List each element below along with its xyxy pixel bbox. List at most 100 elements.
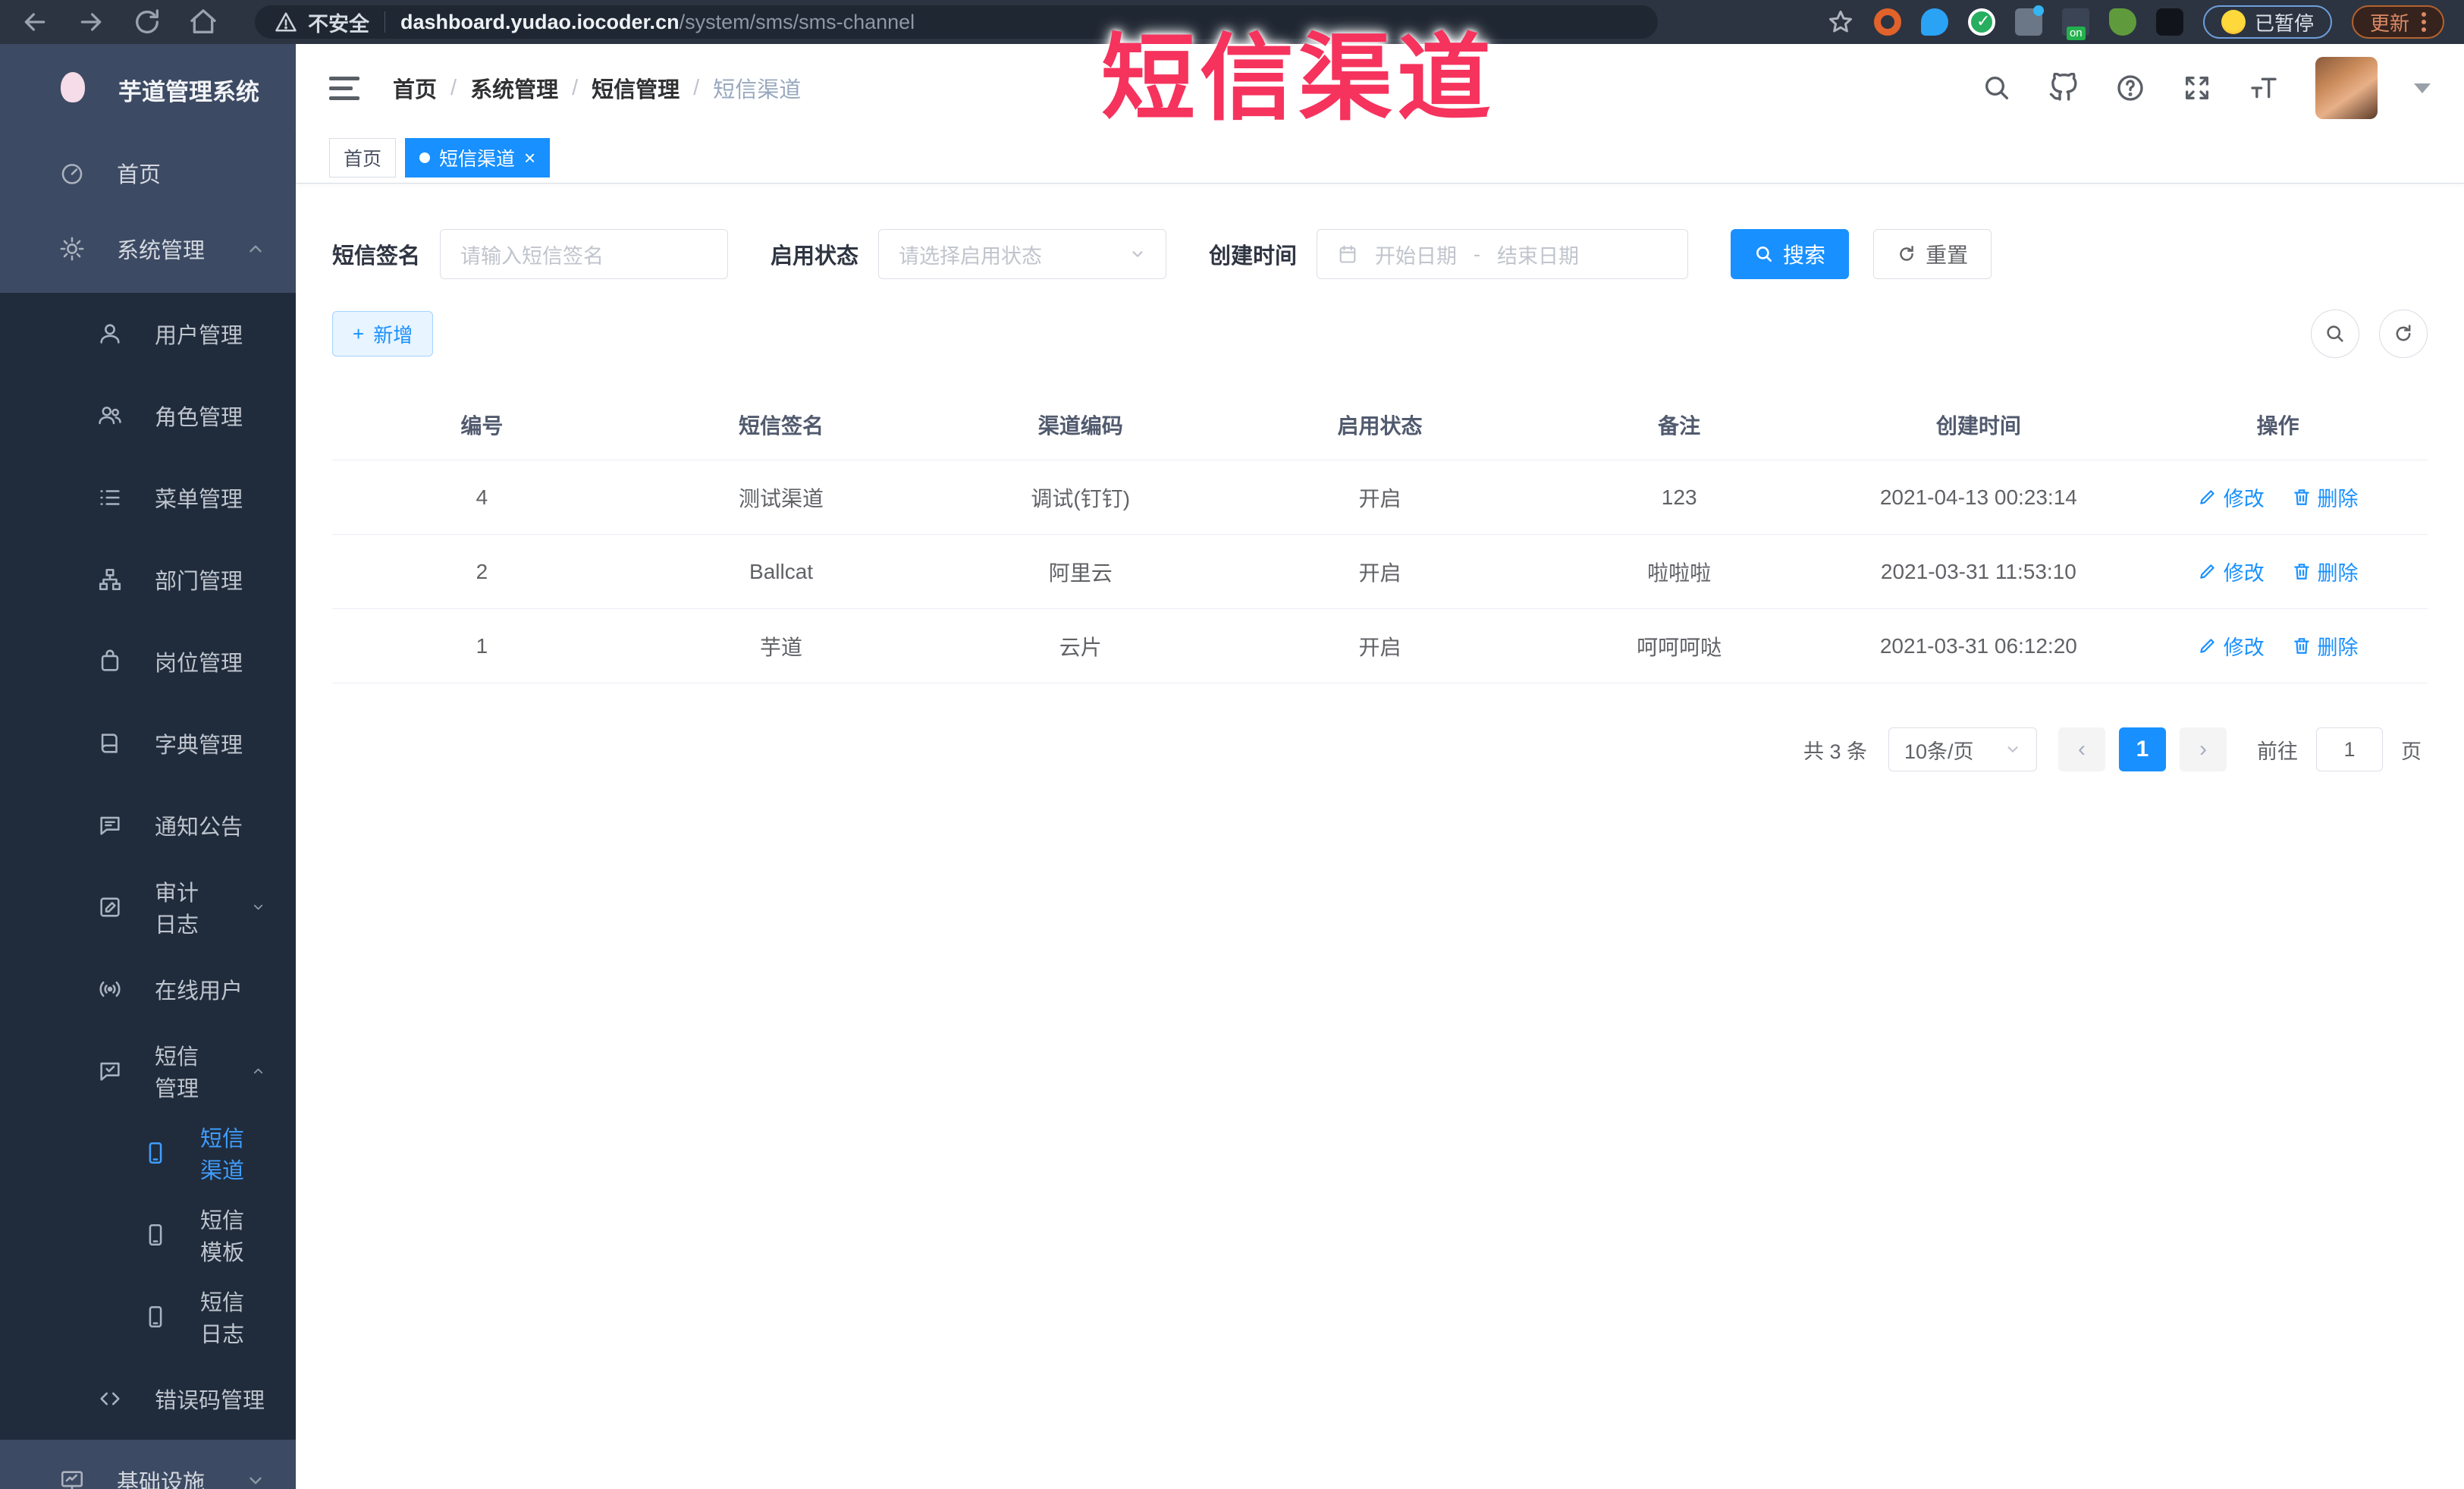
filter-label: 短信签名 xyxy=(332,244,421,269)
tab-label: 短信渠道 xyxy=(439,148,516,170)
breadcrumb: 首页 / 系统管理 / 短信管理 / 短信渠道 xyxy=(393,72,801,104)
delete-link[interactable]: 删除 xyxy=(2292,631,2359,661)
edit-link[interactable]: 修改 xyxy=(2198,482,2265,512)
extension-icon[interactable] xyxy=(2014,5,2044,36)
update-button[interactable]: 更新 xyxy=(2351,5,2444,39)
edit-link[interactable]: 修改 xyxy=(2198,557,2265,586)
sms-sign-input[interactable]: 请输入短信签名 xyxy=(440,229,729,279)
sidebar-toggle-icon[interactable] xyxy=(329,76,359,100)
status-select[interactable]: 请选择启用状态 xyxy=(878,229,1167,279)
refresh-icon xyxy=(2396,325,2411,341)
sidebar-item-label: 短信管理 xyxy=(155,1045,199,1101)
sidebar-item-notices[interactable]: 通知公告 xyxy=(0,784,296,866)
sidebar-item-departments[interactable]: 部门管理 xyxy=(0,539,296,620)
input-placeholder: 请输入短信签名 xyxy=(460,244,604,268)
address-bar[interactable]: 不安全 dashboard.yudao.iocoder.cn/system/sm… xyxy=(255,5,1658,39)
monitor-icon xyxy=(61,1471,83,1489)
sidebar-item-sms-log[interactable]: 短信日志 xyxy=(0,1276,296,1358)
next-page-button[interactable]: › xyxy=(2180,727,2227,771)
home-icon[interactable] xyxy=(188,7,218,37)
sidebar-item-audit-log[interactable]: 审计日志 xyxy=(0,866,296,948)
help-icon[interactable] xyxy=(2115,73,2145,103)
reset-button[interactable]: 重置 xyxy=(1873,229,1992,279)
tab-sms-channel[interactable]: 短信渠道 × xyxy=(405,137,551,177)
browser-toolbar: 不安全 dashboard.yudao.iocoder.cn/system/sm… xyxy=(0,0,2464,44)
cell-id: 4 xyxy=(332,460,632,535)
breadcrumb-item[interactable]: 短信管理 xyxy=(592,72,680,104)
back-icon[interactable] xyxy=(20,7,50,37)
sidebar-item-system[interactable]: 系统管理 xyxy=(0,211,296,287)
column-header: 操作 xyxy=(2128,393,2428,460)
cell-code: 云片 xyxy=(931,608,1231,683)
user-icon xyxy=(100,324,120,344)
sidebar-item-infrastructure[interactable]: 基础设施 xyxy=(0,1440,296,1489)
sidebar-item-label: 短信渠道 xyxy=(200,1127,245,1183)
caret-down-icon[interactable] xyxy=(2414,83,2431,93)
extension-icon[interactable] xyxy=(2108,8,2136,36)
sidebar-item-posts[interactable]: 岗位管理 xyxy=(0,620,296,702)
prev-page-button[interactable]: ‹ xyxy=(2058,727,2105,771)
column-header: 启用状态 xyxy=(1230,393,1530,460)
chevron-down-icon xyxy=(1132,251,1143,257)
delete-link[interactable]: 删除 xyxy=(2292,482,2359,512)
search-icon[interactable] xyxy=(1982,73,2012,103)
paused-badge[interactable]: 已暂停 xyxy=(2202,5,2332,39)
sidebar-item-menus[interactable]: 菜单管理 xyxy=(0,457,296,539)
extension-icon[interactable] xyxy=(1967,8,1995,36)
sidebar-item-home[interactable]: 首页 xyxy=(0,135,296,211)
user-avatar[interactable] xyxy=(2315,57,2378,119)
phone-icon xyxy=(149,1142,162,1164)
bookmark-star-icon[interactable] xyxy=(1827,8,1854,36)
page-size-select[interactable]: 10条/页 xyxy=(1888,727,2037,771)
breadcrumb-item[interactable]: 首页 xyxy=(393,72,437,104)
extension-icon[interactable] xyxy=(2061,8,2089,40)
sidebar-item-label: 短信日志 xyxy=(200,1291,245,1347)
date-range-picker[interactable]: 开始日期 - 结束日期 xyxy=(1317,229,1689,279)
sidebar-item-label: 错误码管理 xyxy=(155,1389,265,1413)
sidebar-item-roles[interactable]: 角色管理 xyxy=(0,375,296,457)
search-button[interactable]: 搜索 xyxy=(1731,229,1850,279)
reload-icon[interactable] xyxy=(132,7,162,37)
add-button[interactable]: + 新增 xyxy=(332,311,434,357)
sidebar-item-online-users[interactable]: 在线用户 xyxy=(0,948,296,1030)
paused-label: 已暂停 xyxy=(2254,11,2314,35)
security-label[interactable]: 不安全 xyxy=(308,8,369,37)
code-icon xyxy=(100,1392,120,1406)
sidebar-item-sms-management[interactable]: 短信管理 xyxy=(0,1030,296,1112)
sidebar-item-users[interactable]: 用户管理 xyxy=(0,293,296,375)
browser-menu-icon[interactable] xyxy=(2422,12,2426,32)
github-icon[interactable] xyxy=(2048,73,2079,103)
logo-row[interactable]: 芋道管理系统 xyxy=(0,44,296,135)
goto-page-input[interactable] xyxy=(2316,727,2383,771)
tab-home[interactable]: 首页 xyxy=(329,137,397,177)
goto-label: 前往 xyxy=(2257,740,2298,763)
extension-icon[interactable] xyxy=(1873,8,1901,36)
extension-icon[interactable] xyxy=(1920,8,1948,36)
close-tab-icon[interactable]: × xyxy=(524,148,535,168)
tags-view-bar: 首页 短信渠道 × xyxy=(296,132,2464,184)
page-number-button[interactable]: 1 xyxy=(2119,727,2166,771)
chevron-up-icon xyxy=(250,245,262,253)
refresh-table-button[interactable] xyxy=(2379,309,2428,358)
tab-label: 首页 xyxy=(344,148,382,170)
fullscreen-icon[interactable] xyxy=(2182,73,2212,103)
edit-icon xyxy=(2199,564,2214,579)
delete-link[interactable]: 删除 xyxy=(2292,557,2359,586)
cell-code: 阿里云 xyxy=(931,534,1231,609)
url-path: /system/sms/sms-channel xyxy=(679,10,915,33)
edit-link[interactable]: 修改 xyxy=(2198,631,2265,661)
forward-icon[interactable] xyxy=(76,7,106,37)
sidebar-item-label: 首页 xyxy=(117,163,162,187)
sidebar-item-dictionary[interactable]: 字典管理 xyxy=(0,702,296,784)
calendar-icon xyxy=(1339,245,1356,263)
sidebar-item-sms-channel[interactable]: 短信渠道 xyxy=(0,1112,296,1194)
sidebar-item-sms-template[interactable]: 短信模板 xyxy=(0,1194,296,1276)
extensions-puzzle-icon[interactable] xyxy=(2155,8,2183,36)
column-header: 短信签名 xyxy=(631,393,931,460)
chevron-down-icon xyxy=(250,1477,262,1484)
breadcrumb-item[interactable]: 系统管理 xyxy=(470,72,558,104)
sidebar-item-error-codes[interactable]: 错误码管理 xyxy=(0,1358,296,1440)
toggle-search-button[interactable] xyxy=(2311,309,2359,358)
font-size-icon[interactable] xyxy=(2249,73,2279,103)
online-signal-icon xyxy=(99,981,121,997)
